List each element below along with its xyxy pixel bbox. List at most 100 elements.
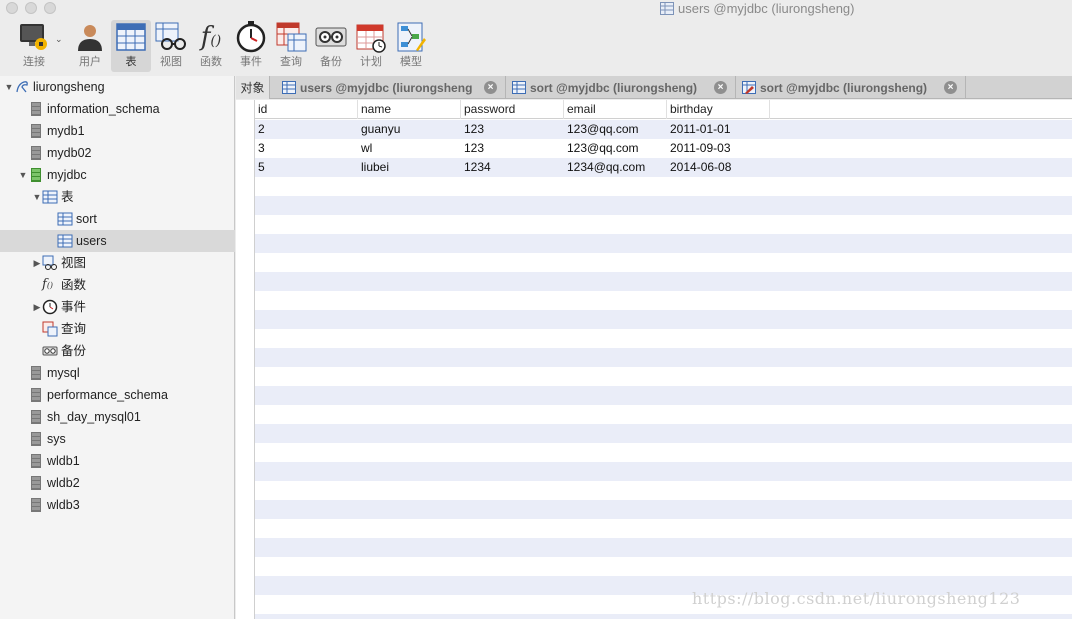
toolbar-event-button[interactable]: 事件: [231, 20, 271, 72]
column-header-name[interactable]: name: [358, 100, 461, 119]
sidebar-item-label: performance_schema: [47, 388, 168, 402]
grid-row-background: [255, 234, 1072, 253]
table-cell[interactable]: 2014-06-08: [667, 158, 731, 177]
table-cell[interactable]: 5: [255, 158, 265, 177]
column-header-email[interactable]: email: [564, 100, 667, 119]
grid-row-background: [255, 196, 1072, 215]
disclosure-expanded-icon[interactable]: ▼: [4, 82, 14, 92]
data-grid[interactable]: id name password email birthday 2 guanyu…: [236, 100, 1072, 619]
event-icon: [42, 299, 58, 315]
sidebar-item-queries-group[interactable]: 查询: [0, 318, 235, 340]
sidebar-item-database-open[interactable]: ▼ myjdbc: [0, 164, 235, 186]
toolbar-backup-button[interactable]: 备份: [311, 20, 351, 72]
grid-row-background: [255, 557, 1072, 576]
chevron-down-icon[interactable]: ⌄: [55, 34, 63, 45]
disclosure-expanded-icon[interactable]: ▼: [32, 192, 42, 202]
zoom-window-button[interactable]: [44, 2, 56, 14]
sidebar-item-table-users[interactable]: users: [0, 230, 235, 252]
sidebar-item-functions-group[interactable]: f() 函数: [0, 274, 235, 296]
sidebar-item-label: wldb2: [47, 476, 80, 490]
toolbar-user-button[interactable]: 用户: [70, 20, 110, 72]
toolbar-connection-button[interactable]: 连接: [14, 20, 54, 72]
sidebar-item-label: 事件: [61, 300, 87, 314]
sidebar-item-database[interactable]: performance_schema: [0, 384, 235, 406]
sidebar-item-label: 备份: [61, 344, 87, 358]
grid-row-background: [255, 310, 1072, 329]
close-window-button[interactable]: [6, 2, 18, 14]
table-cell[interactable]: 2011-09-03: [667, 139, 731, 158]
sidebar-item-tables-group[interactable]: ▼ 表: [0, 186, 235, 208]
table-cell[interactable]: 2011-01-01: [667, 120, 731, 139]
sidebar-item-database[interactable]: mydb1: [0, 120, 235, 142]
column-header-birthday[interactable]: birthday: [667, 100, 770, 119]
disclosure-collapsed-icon[interactable]: ▶: [32, 302, 42, 313]
disclosure-collapsed-icon[interactable]: ▶: [32, 258, 42, 269]
toolbar-view-button[interactable]: 视图: [151, 20, 191, 72]
table-cell[interactable]: wl: [358, 139, 372, 158]
minimize-window-button[interactable]: [25, 2, 37, 14]
toolbar-function-button[interactable]: f() 函数: [191, 20, 231, 72]
connection-icon: [17, 20, 51, 54]
sidebar-item-label: mysql: [47, 366, 80, 380]
sidebar-item-database[interactable]: wldb3: [0, 494, 235, 516]
sidebar-item-views-group[interactable]: ▶ 视图: [0, 252, 235, 274]
sidebar-item-database[interactable]: sh_day_mysql01: [0, 406, 235, 428]
sidebar-item-database[interactable]: mydb02: [0, 142, 235, 164]
sidebar-item-label: 查询: [61, 322, 87, 336]
table-cell[interactable]: liubei: [358, 158, 389, 177]
tab-users-table[interactable]: users @myjdbc (liurongsheng ×: [276, 76, 506, 99]
disclosure-expanded-icon[interactable]: ▼: [18, 170, 28, 180]
toolbar-table-button[interactable]: 表: [111, 20, 151, 72]
table-cell[interactable]: 1234: [461, 158, 491, 177]
table-cell[interactable]: 3: [255, 139, 265, 158]
sidebar-item-table-sort[interactable]: sort: [0, 208, 235, 230]
view-icon: [154, 20, 188, 54]
backup-icon: [314, 20, 348, 54]
column-header-id[interactable]: id: [255, 100, 358, 119]
grid-row-background: [255, 215, 1072, 234]
watermark: https://blog.csdn.net/liurongsheng123: [692, 589, 1021, 608]
schedule-icon: [354, 20, 388, 54]
grid-row-background: [255, 329, 1072, 348]
event-icon: [234, 20, 268, 54]
tab-objects[interactable]: 对象: [236, 76, 270, 99]
table-icon: [57, 212, 73, 226]
toolbar-query-button[interactable]: 查询: [271, 20, 311, 72]
toolbar-schedule-button[interactable]: 计划: [351, 20, 391, 72]
database-sidebar: ▼ liurongsheng information_schema mydb1 …: [0, 76, 235, 619]
database-icon: [31, 498, 41, 512]
table-design-icon: [742, 81, 756, 94]
close-icon[interactable]: ×: [944, 81, 957, 94]
toolbar: 连接 ⌄ 用户 表 视图 f() 函数 事件 查询 备份 计划 模型: [0, 18, 1072, 74]
row-gutter: [236, 100, 255, 619]
sidebar-item-events-group[interactable]: ▶ 事件: [0, 296, 235, 318]
grid-row-background: [255, 253, 1072, 272]
tab-sort-design[interactable]: sort @myjdbc (liurongsheng) ×: [736, 76, 966, 99]
sidebar-item-database[interactable]: wldb1: [0, 450, 235, 472]
sidebar-item-database[interactable]: mysql: [0, 362, 235, 384]
column-header-password[interactable]: password: [461, 100, 564, 119]
toolbar-label: 事件: [240, 56, 262, 68]
table-cell[interactable]: 123: [461, 120, 484, 139]
sidebar-item-backups-group[interactable]: 备份: [0, 340, 235, 362]
sidebar-item-label: mydb1: [47, 124, 85, 138]
sidebar-item-database[interactable]: wldb2: [0, 472, 235, 494]
close-icon[interactable]: ×: [714, 81, 727, 94]
grid-row-background: [255, 367, 1072, 386]
table-icon: [42, 190, 58, 204]
grid-row-background: [255, 538, 1072, 557]
sidebar-item-connection[interactable]: ▼ liurongsheng: [0, 76, 235, 98]
table-cell[interactable]: 123@qq.com: [564, 120, 639, 139]
sidebar-item-database[interactable]: information_schema: [0, 98, 235, 120]
table-cell[interactable]: 2: [255, 120, 265, 139]
tab-sort-table[interactable]: sort @myjdbc (liurongsheng) ×: [506, 76, 736, 99]
table-cell[interactable]: guanyu: [358, 120, 400, 139]
toolbar-model-button[interactable]: 模型: [391, 20, 431, 72]
close-icon[interactable]: ×: [484, 81, 497, 94]
sidebar-item-database[interactable]: sys: [0, 428, 235, 450]
toolbar-label: 模型: [400, 56, 422, 68]
table-cell[interactable]: 123@qq.com: [564, 139, 639, 158]
sidebar-item-label: wldb3: [47, 498, 80, 512]
table-cell[interactable]: 1234@qq.com: [564, 158, 645, 177]
table-cell[interactable]: 123: [461, 139, 484, 158]
